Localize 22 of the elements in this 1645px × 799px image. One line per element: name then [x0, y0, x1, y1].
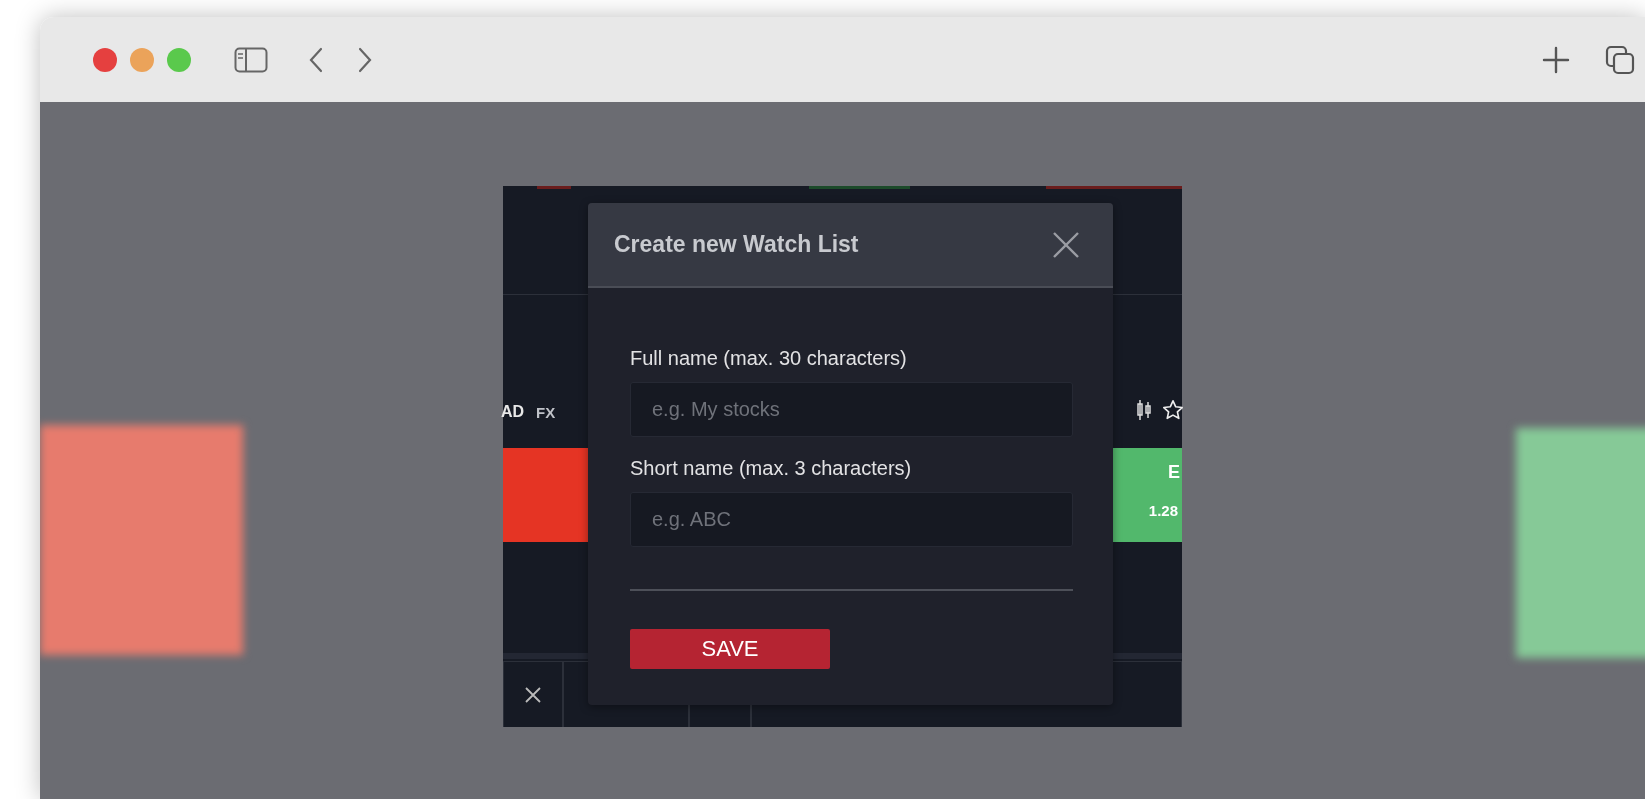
tile-price: 1.28 [1148, 502, 1178, 519]
tile-label: E [1168, 462, 1180, 483]
sidebar-icon[interactable] [234, 46, 268, 73]
input-field[interactable]: e.g. ABC [630, 492, 1073, 547]
close-window-button[interactable] [93, 47, 117, 72]
candlestick-icon[interactable] [1136, 399, 1152, 421]
forward-icon[interactable] [357, 46, 373, 73]
close-icon[interactable] [1052, 230, 1080, 259]
close-tab-button[interactable] [503, 661, 563, 727]
back-icon[interactable] [308, 46, 324, 73]
sell-tile[interactable] [503, 448, 588, 542]
market-tag: FX [536, 404, 556, 421]
field-label: Short name (max. 3 characters) [630, 457, 912, 480]
dialog-title: Create new Watch List [614, 231, 859, 258]
save-button[interactable]: SAVE [630, 629, 830, 669]
close-icon [524, 685, 542, 704]
input-field[interactable]: e.g. My stocks [630, 382, 1073, 437]
tabs-overview-icon[interactable] [1605, 44, 1635, 75]
star-icon[interactable] [1162, 399, 1184, 421]
field-label: Full name (max. 30 characters) [630, 347, 907, 370]
new-tab-icon[interactable] [1542, 45, 1570, 74]
symbol-text: AD [501, 403, 525, 421]
